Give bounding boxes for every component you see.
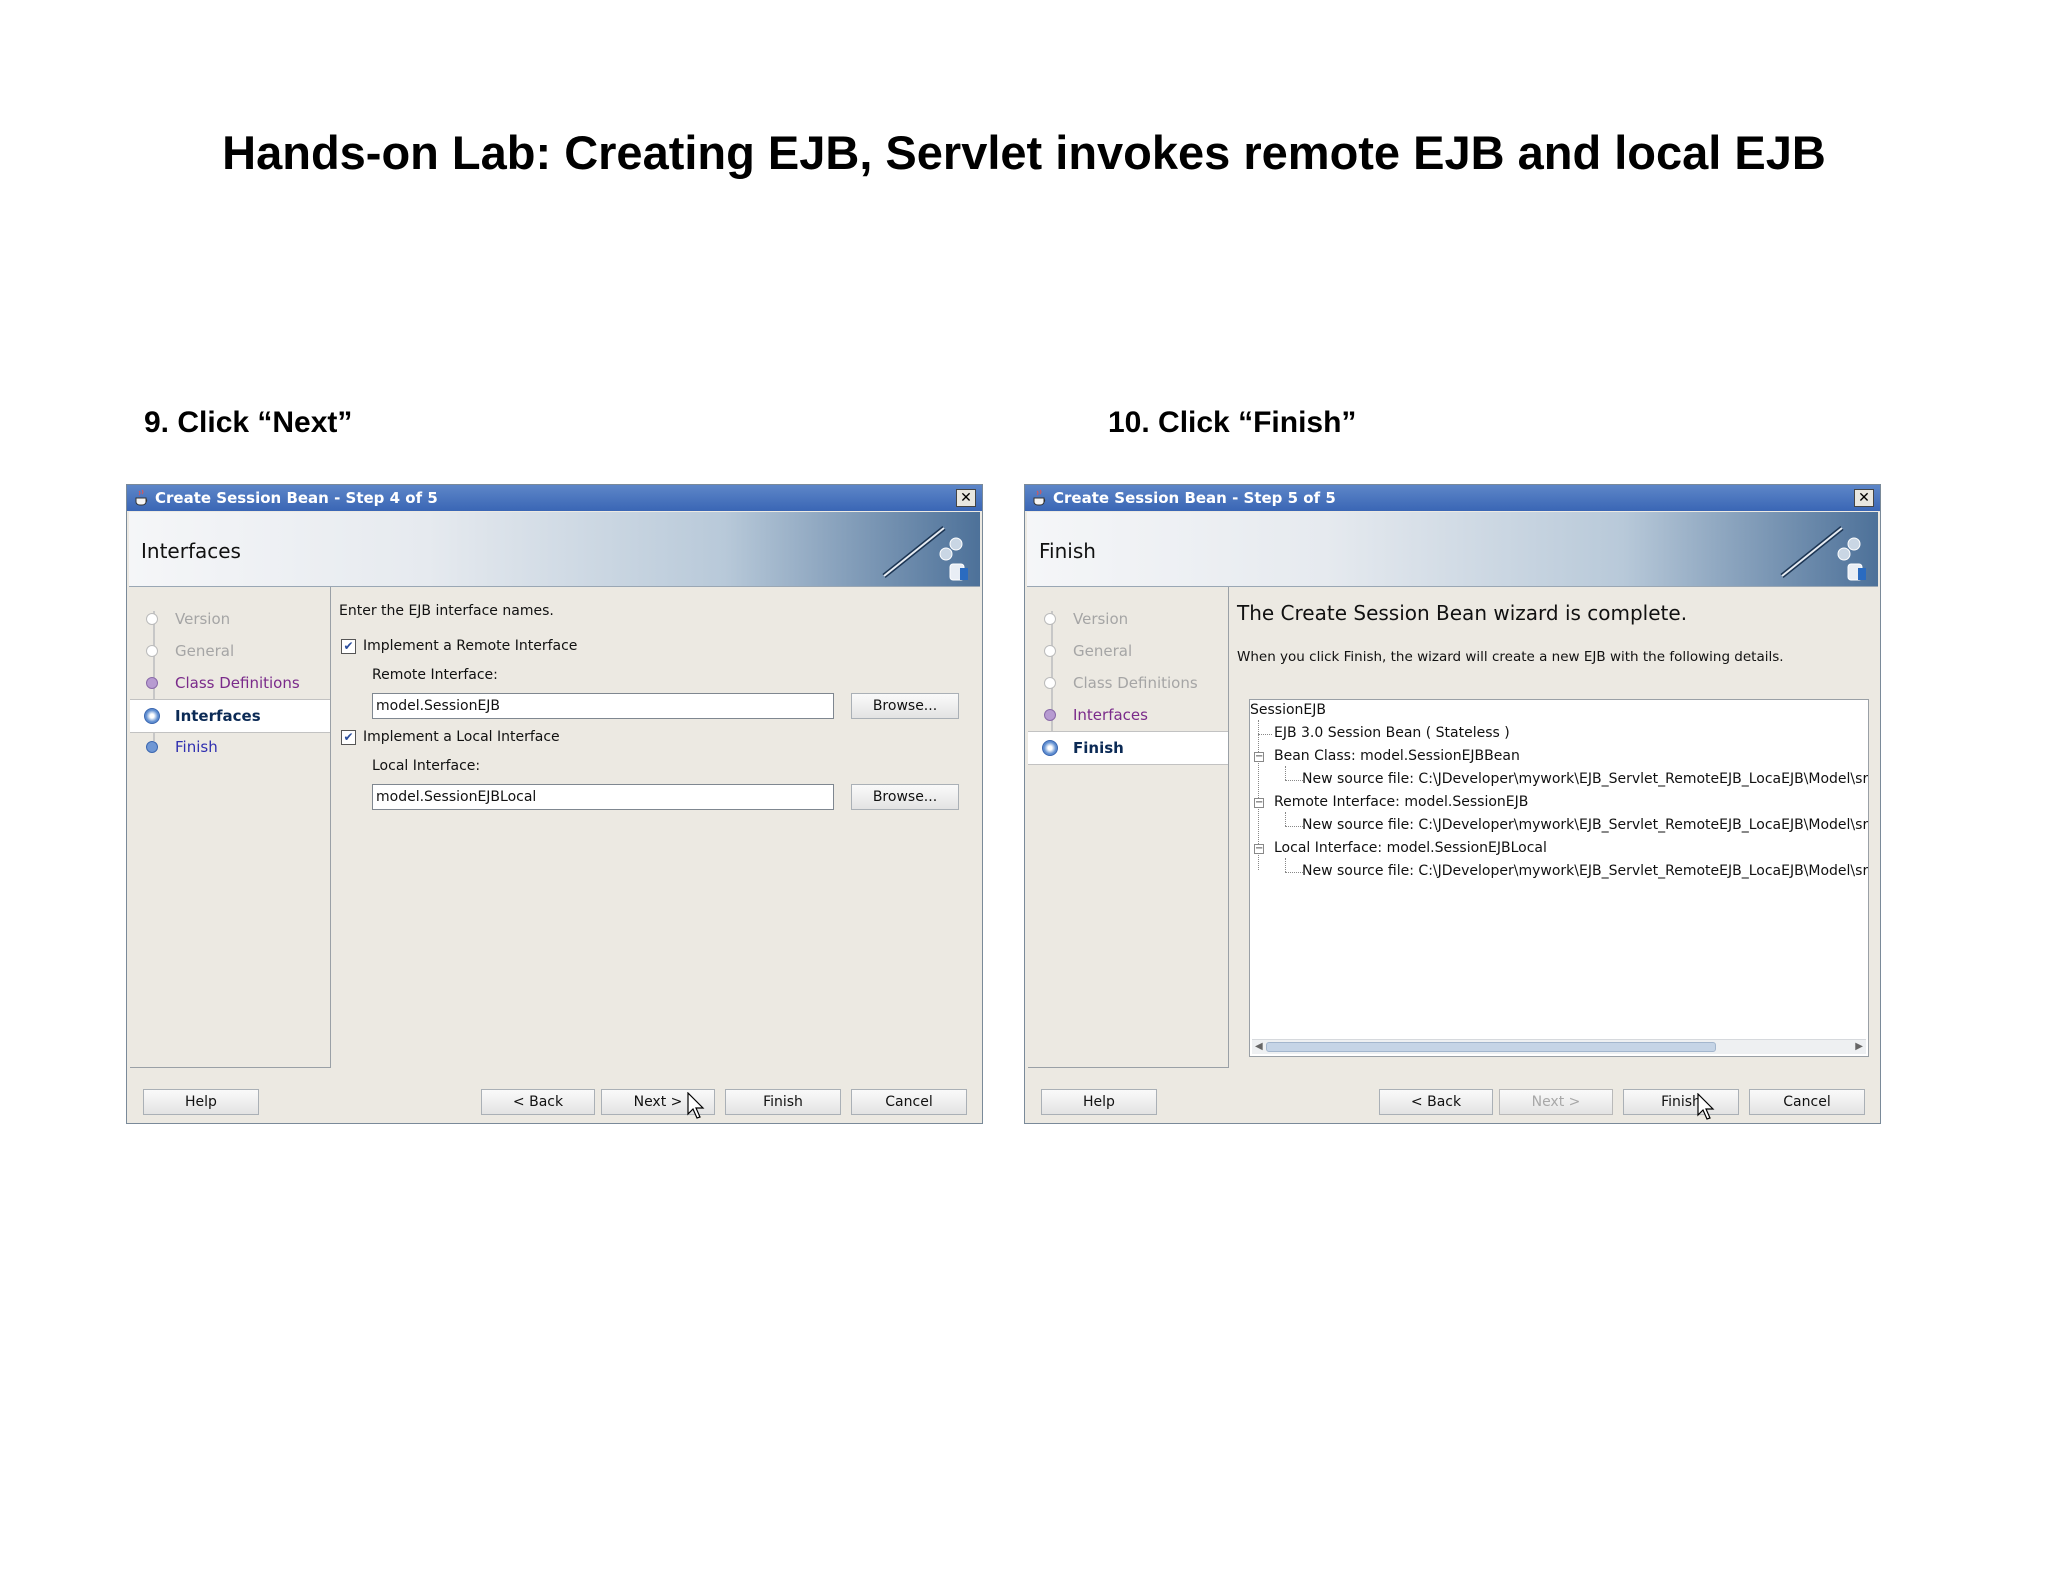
local-interface-check-label: Implement a Local Interface: [363, 729, 560, 745]
dialog-titlebar[interactable]: Create Session Bean - Step 5 of 5 ✕: [1025, 485, 1880, 511]
finish-button[interactable]: Finish: [1623, 1089, 1739, 1115]
back-button[interactable]: < Back: [1379, 1089, 1493, 1115]
step-dot-icon: [146, 677, 158, 689]
local-interface-label: Local Interface:: [372, 758, 481, 774]
dialog-title: Create Session Bean - Step 5 of 5: [1053, 489, 1336, 507]
complete-message: The Create Session Bean wizard is comple…: [1237, 601, 1688, 625]
nav-item-finish[interactable]: Finish: [1028, 731, 1228, 765]
java-cup-icon: [1033, 489, 1046, 506]
collapse-icon[interactable]: −: [1254, 798, 1264, 808]
nav-item-interfaces[interactable]: Interfaces: [1028, 699, 1228, 731]
step-caption-next: 9. Click “Next”: [144, 406, 353, 439]
tree-local-interface: Local Interface: model.SessionEJBLocal: [1274, 840, 1547, 856]
wizard-step-title: Interfaces: [141, 539, 241, 563]
cancel-button[interactable]: Cancel: [1749, 1089, 1865, 1115]
create-session-bean-dialog-step4: Create Session Bean - Step 4 of 5 ✕ Inte…: [126, 484, 983, 1124]
collapse-icon[interactable]: −: [1254, 752, 1264, 762]
wizard-header: Interfaces: [129, 512, 980, 587]
current-step-icon: [1042, 740, 1058, 756]
nav-item-class-definitions: Class Definitions: [1028, 667, 1228, 699]
nav-item-finish[interactable]: Finish: [130, 731, 330, 763]
finish-button[interactable]: Finish: [725, 1089, 841, 1115]
nav-item-interfaces[interactable]: Interfaces: [130, 699, 330, 733]
next-button[interactable]: Next >: [1499, 1089, 1613, 1115]
wizard-wand-icon: [1780, 526, 1866, 581]
nav-item-general: General: [1028, 635, 1228, 667]
help-button[interactable]: Help: [1041, 1089, 1157, 1115]
close-button[interactable]: ✕: [956, 489, 976, 507]
step-dot-icon: [1044, 677, 1056, 689]
wizard-wand-icon: [882, 526, 968, 581]
scroll-left-icon[interactable]: ◀: [1255, 1040, 1263, 1054]
collapse-icon[interactable]: −: [1254, 844, 1264, 854]
tree-bean-class: Bean Class: model.SessionEJBBean: [1274, 748, 1520, 764]
page-title: Hands-on Lab: Creating EJB, Servlet invo…: [222, 126, 1826, 179]
nav-item-version: Version: [1028, 603, 1228, 635]
wizard-content: The Create Session Bean wizard is comple…: [1237, 587, 1872, 1065]
back-button[interactable]: < Back: [481, 1089, 595, 1115]
dialog-title: Create Session Bean - Step 4 of 5: [155, 489, 438, 507]
wizard-step-title: Finish: [1039, 539, 1096, 563]
step-dot-icon: [1044, 613, 1056, 625]
step-dot-icon: [1044, 709, 1056, 721]
scrollbar-thumb[interactable]: [1266, 1042, 1716, 1052]
step-caption-finish: 10. Click “Finish”: [1108, 406, 1357, 439]
cancel-button[interactable]: Cancel: [851, 1089, 967, 1115]
step-dot-icon: [146, 613, 158, 625]
remote-interface-checkbox[interactable]: ✔: [341, 639, 356, 654]
step-dot-icon: [146, 741, 158, 753]
dialog-titlebar[interactable]: Create Session Bean - Step 4 of 5 ✕: [127, 485, 982, 511]
wizard-nav: Version General Class Definitions Interf…: [130, 587, 331, 1068]
nav-item-class-definitions[interactable]: Class Definitions: [130, 667, 330, 699]
mouse-cursor-icon: [687, 1092, 705, 1119]
java-cup-icon: [135, 489, 148, 506]
tree-remote-interface: Remote Interface: model.SessionEJB: [1274, 794, 1529, 810]
local-interface-field[interactable]: model.SessionEJBLocal: [372, 784, 834, 810]
wizard-nav: Version General Class Definitions Interf…: [1028, 587, 1229, 1068]
remote-interface-field[interactable]: model.SessionEJB: [372, 693, 834, 719]
local-interface-checkbox[interactable]: ✔: [341, 730, 356, 745]
nav-item-version: Version: [130, 603, 330, 635]
mouse-cursor-icon: [1697, 1093, 1715, 1120]
scroll-right-icon[interactable]: ▶: [1855, 1040, 1863, 1054]
close-button[interactable]: ✕: [1854, 489, 1874, 507]
horizontal-scrollbar[interactable]: ◀ ▶: [1252, 1039, 1866, 1054]
create-session-bean-dialog-step5: Create Session Bean - Step 5 of 5 ✕ Fini…: [1024, 484, 1881, 1124]
tree-local-src: New source file: C:\JDeveloper\mywork\EJ…: [1302, 863, 1869, 879]
tree-bean-src: New source file: C:\JDeveloper\mywork\EJ…: [1302, 771, 1869, 787]
step-dot-icon: [146, 645, 158, 657]
remote-interface-label: Remote Interface:: [372, 667, 498, 683]
tree-session-type: EJB 3.0 Session Bean ( Stateless ): [1274, 725, 1510, 741]
current-step-icon: [144, 708, 160, 724]
tree-remote-src: New source file: C:\JDeveloper\mywork\EJ…: [1302, 817, 1869, 833]
wizard-header: Finish: [1027, 512, 1878, 587]
wizard-content: Enter the EJB interface names. ✔ Impleme…: [339, 587, 974, 1065]
detail-message: When you click Finish, the wizard will c…: [1237, 649, 1784, 665]
ejb-summary-tree[interactable]: SessionEJB EJB 3.0 Session Bean ( Statel…: [1249, 699, 1869, 1057]
intro-text: Enter the EJB interface names.: [339, 603, 554, 619]
help-button[interactable]: Help: [143, 1089, 259, 1115]
browse-local-button[interactable]: Browse...: [851, 784, 959, 810]
remote-interface-check-label: Implement a Remote Interface: [363, 638, 578, 654]
nav-item-general: General: [130, 635, 330, 667]
tree-root: SessionEJB: [1250, 702, 1326, 718]
browse-remote-button[interactable]: Browse...: [851, 693, 959, 719]
step-dot-icon: [1044, 645, 1056, 657]
